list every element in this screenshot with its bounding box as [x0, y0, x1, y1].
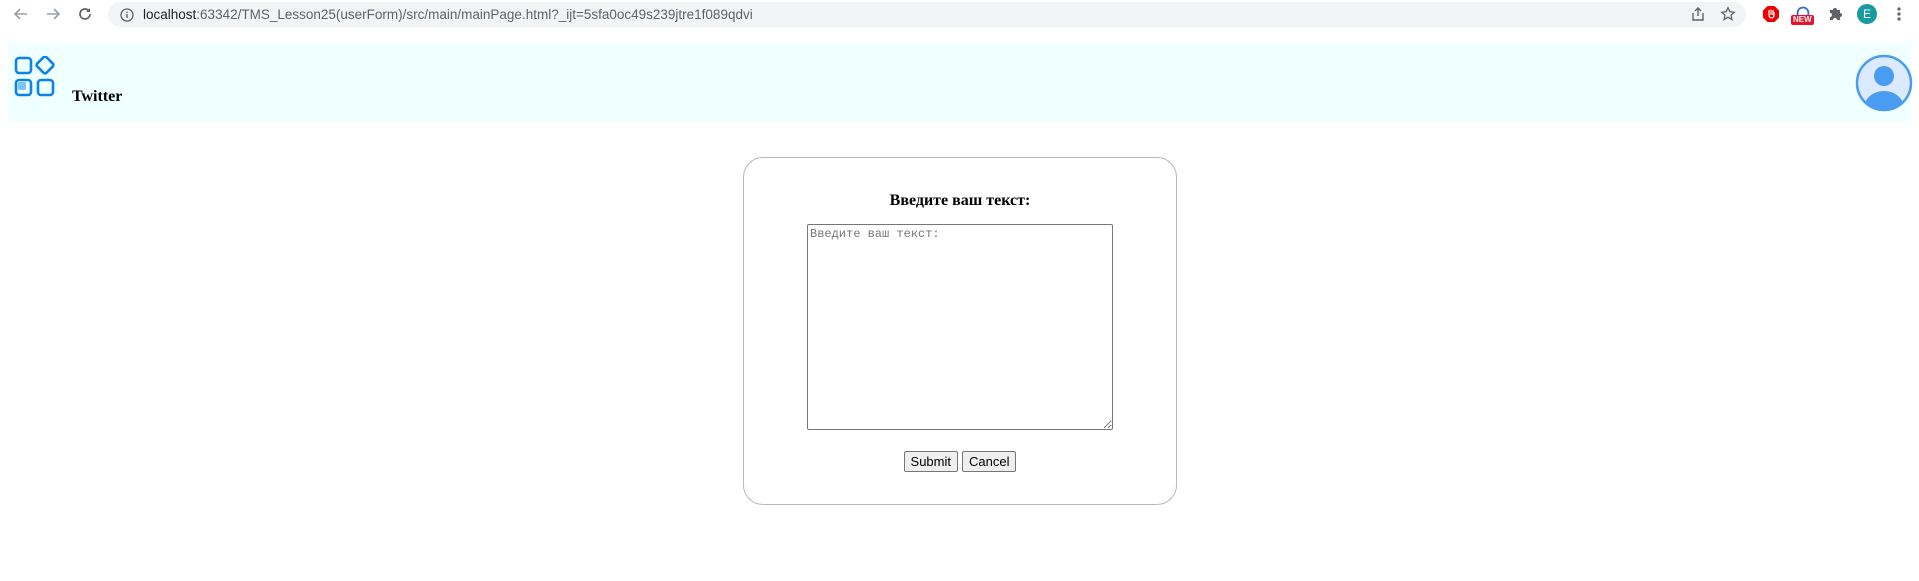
bookmark-star-icon[interactable]	[1720, 6, 1736, 22]
profile-avatar: E	[1857, 4, 1877, 24]
user-profile-icon[interactable]	[1855, 54, 1913, 112]
more-vert-icon	[1897, 7, 1901, 21]
form-heading: Введите ваш текст:	[889, 192, 1031, 209]
url-text[interactable]: localhost:63342/TMS_Lesson25(userForm)/s…	[143, 7, 753, 22]
url-host: localhost	[143, 7, 197, 22]
adblock-extension-button[interactable]	[1760, 3, 1782, 25]
adblock-icon	[1763, 6, 1779, 22]
browser-toolbar: localhost:63342/TMS_Lesson25(userForm)/s…	[0, 0, 1919, 29]
forward-arrow-icon	[47, 8, 61, 20]
reload-button[interactable]	[72, 1, 98, 27]
new-badge: NEW	[1791, 15, 1814, 25]
browser-menu-button[interactable]	[1888, 3, 1910, 25]
url-path: :63342/TMS_Lesson25(userForm)/src/main/m…	[196, 7, 753, 22]
form-buttons: Submit Cancel	[744, 451, 1176, 472]
extensions-puzzle-button[interactable]	[1824, 3, 1846, 25]
puzzle-icon	[1830, 8, 1842, 20]
app-grid-logo-icon[interactable]	[14, 56, 56, 98]
text-form-card: Введите ваш текст: Submit Cancel	[743, 157, 1177, 505]
submit-button[interactable]: Submit	[903, 451, 958, 472]
cancel-button[interactable]: Cancel	[962, 451, 1017, 472]
site-header: Twitter	[8, 42, 1913, 122]
back-arrow-icon	[13, 8, 27, 20]
forward-button[interactable]	[40, 1, 66, 27]
share-icon[interactable]	[1690, 6, 1706, 22]
text-input[interactable]	[807, 224, 1113, 430]
site-title: Twitter	[72, 88, 123, 105]
reload-icon	[79, 8, 91, 20]
profile-button[interactable]: E	[1856, 3, 1878, 25]
back-button[interactable]	[8, 1, 34, 27]
address-bar[interactable]: localhost:63342/TMS_Lesson25(userForm)/s…	[108, 2, 1746, 27]
site-info-icon[interactable]	[120, 7, 134, 22]
